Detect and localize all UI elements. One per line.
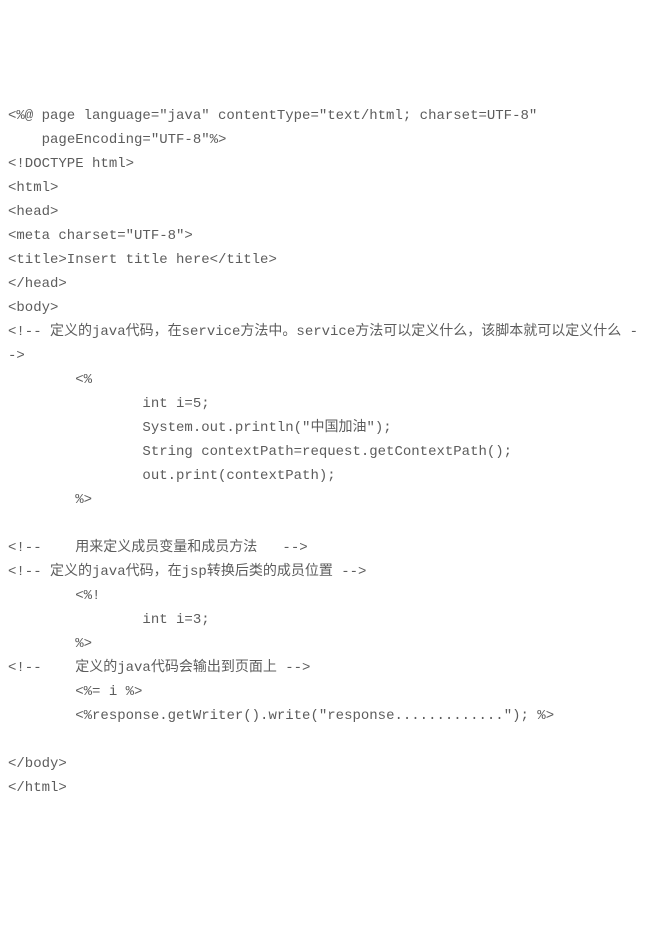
code-line: <!-- 定义的java代码会输出到页面上 --> [8, 660, 310, 676]
code-line: <head> [8, 204, 58, 220]
code-line: <% [8, 372, 92, 388]
code-line: int i=3; [8, 612, 210, 628]
code-line: </html> [8, 780, 67, 796]
code-line: <meta charset="UTF-8"> [8, 228, 193, 244]
code-line: <!-- 定义的java代码，在service方法中。service方法可以定义… [8, 324, 638, 364]
code-line [8, 516, 75, 532]
code-line: %> [8, 636, 92, 652]
code-line: %> [8, 492, 92, 508]
code-line: int i=5; [8, 396, 210, 412]
code-line: <%! [8, 588, 100, 604]
code-line: </body> [8, 756, 67, 772]
code-line: <%@ page language="java" contentType="te… [8, 108, 537, 124]
code-line: <html> [8, 180, 58, 196]
code-line: System.out.println("中国加油"); [8, 420, 392, 436]
code-line: <%= i %> [8, 684, 142, 700]
code-line: out.print(contextPath); [8, 468, 336, 484]
code-line: <!-- 用来定义成员变量和成员方法 --> [8, 540, 308, 556]
code-line: <!DOCTYPE html> [8, 156, 134, 172]
code-line: pageEncoding="UTF-8"%> [8, 132, 226, 148]
code-line: <body> [8, 300, 58, 316]
code-line: <title>Insert title here</title> [8, 252, 277, 268]
code-line: <%response.getWriter().write("response..… [8, 708, 554, 724]
code-line: <!-- 定义的java代码，在jsp转换后类的成员位置 --> [8, 564, 366, 580]
code-snippet: <%@ page language="java" contentType="te… [8, 104, 641, 800]
code-line: String contextPath=request.getContextPat… [8, 444, 512, 460]
code-line: </head> [8, 276, 67, 292]
